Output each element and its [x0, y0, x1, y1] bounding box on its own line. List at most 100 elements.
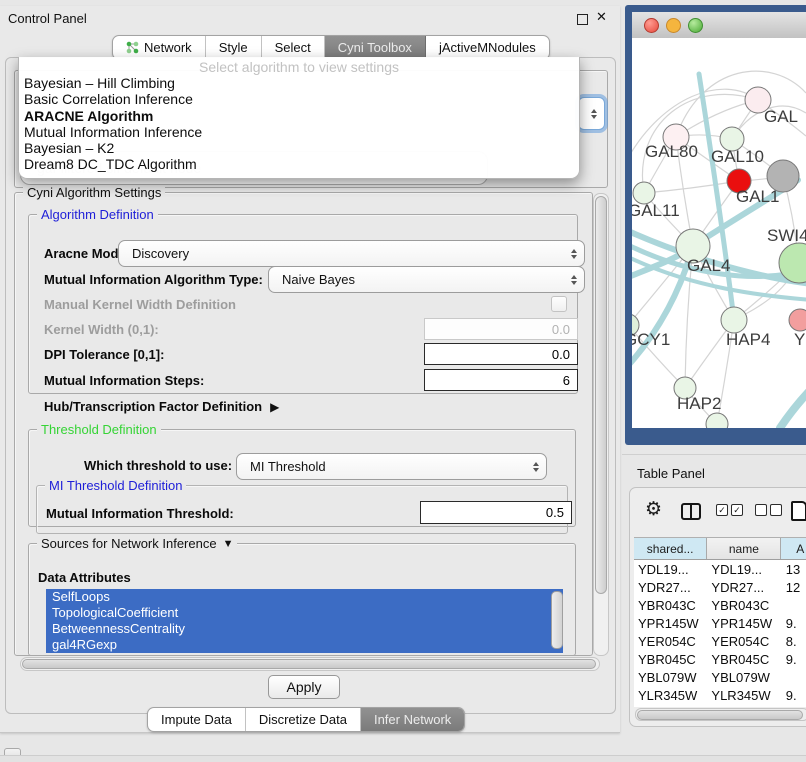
node-label: GAL10	[711, 147, 764, 166]
dropdown-prompt: Select algorithm to view settings	[19, 57, 579, 75]
float-window-icon[interactable]	[577, 14, 588, 25]
unselect-all-checkboxes-icon[interactable]	[755, 504, 782, 516]
aracne-mode-combo[interactable]: Discovery	[118, 240, 585, 267]
node-label: GAL80	[645, 142, 698, 161]
table-cell: YIL052C	[634, 704, 707, 707]
tab-discretize-data[interactable]: Discretize Data	[246, 708, 361, 731]
column-header[interactable]: A	[781, 538, 806, 559]
tab-impute-data[interactable]: Impute Data	[148, 708, 246, 731]
algorithm-option[interactable]: Bayesian – K2	[19, 140, 579, 156]
attributes-scrollbar[interactable]	[551, 591, 563, 649]
table-row[interactable]: YBR043CYBR043C	[634, 596, 806, 614]
collapse-right-icon[interactable]: ▶	[270, 400, 279, 414]
kernel-width-field[interactable]: 0.0	[424, 318, 578, 340]
scrollbar-thumb[interactable]	[595, 196, 607, 594]
stepper-arrows-icon	[571, 275, 577, 285]
table-row[interactable]: YPR145WYPR145W9.	[634, 614, 806, 632]
table-cell: YIL052C	[707, 704, 781, 707]
data-attributes-list[interactable]: SelfLoopsTopologicalCoefficientBetweenne…	[46, 589, 563, 653]
node-label: GAL	[764, 107, 798, 126]
table-cell: YER054C	[634, 632, 707, 650]
algorithm-option[interactable]: ARACNE Algorithm	[19, 108, 579, 124]
table-row[interactable]: YBR045CYBR045C9.	[634, 650, 806, 668]
network-canvas[interactable]: GALGAL80GAL10GAL1GAL11GAL4SWI4GCY1HAP4YH…	[632, 38, 806, 428]
table-header-row: shared...nameA	[634, 538, 806, 560]
dpi-tolerance-field[interactable]: 0.0	[424, 343, 578, 365]
column-header[interactable]: name	[707, 538, 781, 559]
table-row[interactable]: YDR27...YDR27...12	[634, 578, 806, 596]
close-icon[interactable]: ✕	[596, 9, 607, 25]
data-attribute-item[interactable]: gal4RGexp	[46, 637, 563, 653]
mi-type-label: Mutual Information Algorithm Type:	[44, 272, 263, 287]
algorithm-option[interactable]: Dream8 DC_TDC Algorithm	[19, 156, 579, 172]
tab-label: Network	[144, 40, 192, 55]
sources-toggle[interactable]: Sources for Network Inference ▼	[37, 536, 237, 551]
column-header[interactable]: shared...	[634, 538, 707, 559]
scrollbar-thumb[interactable]	[22, 659, 596, 669]
minimize-traffic-light-icon[interactable]	[666, 18, 681, 33]
node-label: Y	[794, 330, 805, 349]
table-row[interactable]: YBL079WYBL079W	[634, 668, 806, 686]
mi-type-combo[interactable]: Naive Bayes	[268, 266, 585, 293]
mi-threshold-field[interactable]: 0.5	[420, 501, 572, 524]
algorithm-option[interactable]: Mutual Information Inference	[19, 124, 579, 140]
tab-label: Style	[219, 40, 248, 55]
table-cell: YBR045C	[707, 650, 781, 668]
table-row[interactable]: YDL19...YDL19...13	[634, 560, 806, 578]
table-cell: YLR345W	[634, 686, 707, 704]
data-attribute-item[interactable]: BetweennessCentrality	[46, 621, 563, 637]
network-graph: GALGAL80GAL10GAL1GAL11GAL4SWI4GCY1HAP4YH…	[632, 38, 806, 428]
settings-vertical-scrollbar[interactable]	[593, 193, 609, 656]
document-icon[interactable]	[791, 501, 806, 521]
table-cell: YDR27...	[634, 578, 707, 596]
panel-title: Control Panel	[8, 11, 87, 26]
attribute-table[interactable]: shared...nameA YDL19...YDL19...13YDR27..…	[634, 537, 806, 707]
tab-style[interactable]: Style	[206, 36, 262, 59]
table-cell: 8.	[782, 632, 806, 650]
scrollbar-thumb[interactable]	[637, 710, 803, 720]
tab-cyni-toolbox[interactable]: Cyni Toolbox	[325, 36, 426, 59]
table-panel: ⚙ ✓ ✓ shared...nameA YDL19...YDL19...13Y…	[629, 487, 806, 727]
table-cell	[782, 596, 806, 614]
table-row[interactable]: YLR345WYLR345W9.	[634, 686, 806, 704]
table-horizontal-scrollbar[interactable]	[635, 708, 806, 721]
group-title: Threshold Definition	[37, 422, 161, 437]
tab-label: Infer Network	[374, 712, 451, 727]
algorithm-option[interactable]: Bayesian – Hill Climbing	[19, 75, 579, 91]
algorithm-option[interactable]: Basic Correlation Inference	[19, 91, 579, 107]
tab-jactivemnodules[interactable]: jActiveMNodules	[426, 36, 549, 59]
table-cell: YDR27...	[707, 578, 781, 596]
tab-select[interactable]: Select	[262, 36, 325, 59]
tab-network[interactable]: Network	[113, 36, 206, 59]
mi-steps-field[interactable]: 6	[424, 369, 578, 391]
collapse-down-icon[interactable]: ▼	[223, 538, 234, 550]
table-cell: 9	[782, 704, 806, 707]
gear-icon[interactable]: ⚙	[645, 500, 662, 519]
table-row[interactable]: YER054CYER054C8.	[634, 632, 806, 650]
manual-kernel-checkbox[interactable]	[551, 296, 567, 312]
hub-definition-toggle[interactable]: Hub/Transcription Factor Definition ▶	[44, 399, 279, 414]
network-node[interactable]	[767, 160, 799, 192]
table-row[interactable]: YIL052CYIL052C9	[634, 704, 806, 707]
tab-label: Select	[275, 40, 311, 55]
settings-horizontal-scrollbar[interactable]	[20, 657, 600, 671]
zoom-traffic-light-icon[interactable]	[688, 18, 703, 33]
network-node[interactable]	[789, 309, 806, 331]
node-label: HAP4	[726, 330, 770, 349]
apply-button[interactable]: Apply	[268, 675, 340, 699]
node-label: SWI4	[767, 226, 806, 245]
table-panel-title: Table Panel	[637, 466, 705, 481]
checked-box-icon: ✓	[716, 504, 728, 516]
table-cell: YDL19...	[707, 560, 781, 578]
columns-icon[interactable]	[681, 503, 701, 520]
data-attribute-item[interactable]: SelfLoops	[46, 589, 563, 605]
data-attribute-item[interactable]: TopologicalCoefficient	[46, 605, 563, 621]
which-threshold-value: MI Threshold	[250, 459, 326, 474]
tab-infer-network[interactable]: Infer Network	[361, 708, 464, 731]
select-all-checkboxes-icon[interactable]: ✓ ✓	[716, 504, 743, 516]
network-window-titlebar[interactable]	[632, 12, 806, 39]
which-threshold-combo[interactable]: MI Threshold	[236, 453, 547, 480]
algorithm-combo-button[interactable]	[578, 97, 605, 130]
close-traffic-light-icon[interactable]	[644, 18, 659, 33]
node-label: GAL1	[736, 187, 779, 206]
